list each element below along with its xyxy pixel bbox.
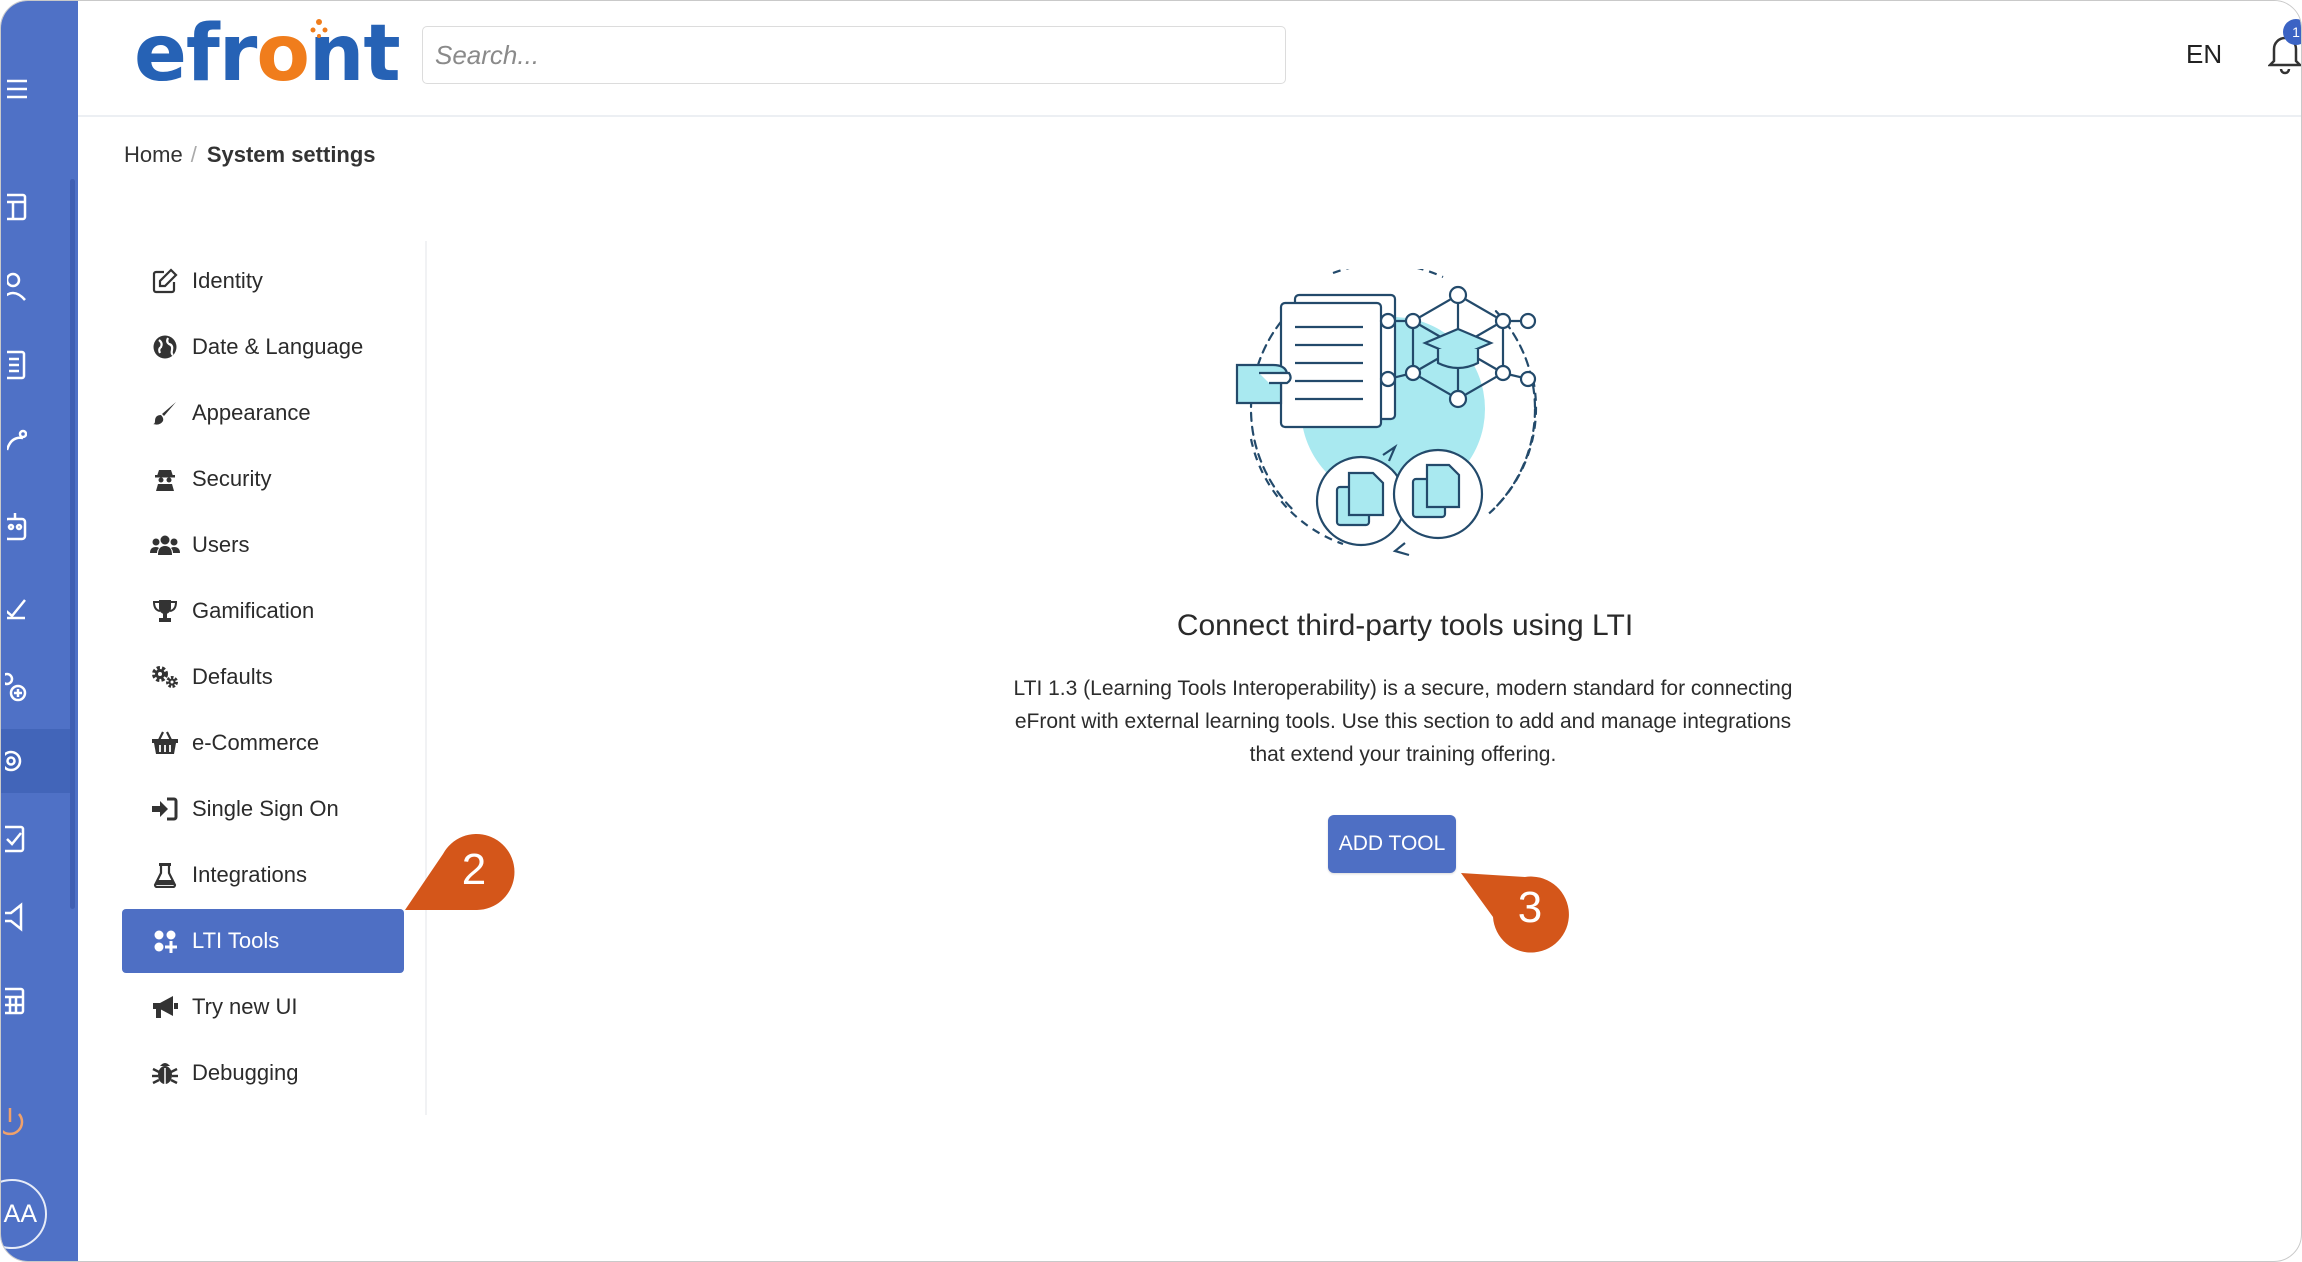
lti-description: LTI 1.3 (Learning Tools Interoperability… xyxy=(1013,677,1793,766)
reports-icon[interactable] xyxy=(1,591,27,623)
user-icon[interactable] xyxy=(1,271,27,303)
lti-title: Connect third-party tools using LTI xyxy=(1176,609,1634,642)
rail-scrollbar[interactable] xyxy=(70,179,75,909)
settings-nav-label: Integrations xyxy=(192,862,307,887)
settings-nav-date-language[interactable]: Date & Language xyxy=(122,315,404,379)
announcements-icon[interactable] xyxy=(1,901,27,933)
megaphone-icon xyxy=(150,992,180,1022)
settings-nav-debugging[interactable]: Debugging xyxy=(122,1041,404,1105)
hamburger-menu-icon[interactable] xyxy=(1,73,27,105)
settings-nav-label: Defaults xyxy=(192,664,273,689)
settings-nav-label: LTI Tools xyxy=(192,928,280,953)
callout-2-number: 2 xyxy=(461,845,487,894)
settings-nav-label: Date & Language xyxy=(192,334,364,359)
user-avatar[interactable]: AA xyxy=(1,1179,47,1249)
globe-icon xyxy=(150,332,180,362)
logo-sparkle-icon xyxy=(310,19,328,38)
add-tool-button[interactable]: ADD TOOL xyxy=(1328,815,1456,873)
settings-gear-icon[interactable] xyxy=(1,745,27,777)
efront-logo[interactable]: efront xyxy=(134,9,401,99)
sign-in-icon xyxy=(150,794,180,824)
breadcrumb: Home / System settings xyxy=(124,142,376,168)
left-rail: AA xyxy=(1,1,78,1261)
breadcrumb-current: System settings xyxy=(206,142,376,167)
paths-icon[interactable] xyxy=(1,425,27,457)
search-input[interactable]: Search... xyxy=(422,26,1286,84)
cogs-icon xyxy=(150,662,180,692)
lti-illustration xyxy=(1235,269,1538,559)
callout-3-number: 3 xyxy=(1517,883,1543,932)
settings-nav-integrations[interactable]: Integrations xyxy=(122,843,404,907)
calendar-icon[interactable] xyxy=(1,985,27,1017)
settings-nav-ecommerce[interactable]: e-Commerce xyxy=(122,711,404,775)
settings-nav-label: Debugging xyxy=(192,1060,299,1085)
settings-nav-identity[interactable]: Identity xyxy=(122,249,404,313)
flask-icon xyxy=(150,860,180,890)
breadcrumb-home-link[interactable]: Home xyxy=(124,142,183,167)
top-header: efront Search... EN 1 xyxy=(78,1,2301,117)
settings-nav-label: Try new UI xyxy=(192,994,298,1019)
settings-nav-divider xyxy=(425,241,427,1115)
courses-icon[interactable] xyxy=(1,349,27,381)
robot-icon[interactable] xyxy=(1,511,27,543)
settings-nav-label: Users xyxy=(192,532,250,557)
settings-nav-label: Security xyxy=(192,466,272,491)
settings-nav-lti-tools[interactable]: LTI Tools xyxy=(122,909,404,973)
bug-icon xyxy=(150,1058,180,1088)
user-add-icon[interactable] xyxy=(1,671,27,703)
language-selector[interactable]: EN xyxy=(2186,39,2222,70)
dashboard-icon[interactable] xyxy=(1,191,27,223)
edit-icon xyxy=(150,266,180,296)
notification-badge: 1 xyxy=(2283,19,2301,45)
settings-nav-users[interactable]: Users xyxy=(122,513,404,577)
settings-nav: Identity Date & Language Appearance Secu… xyxy=(122,249,404,1107)
settings-nav-label: Identity xyxy=(192,268,263,293)
puzzle-icon xyxy=(150,926,180,956)
user-secret-icon xyxy=(150,464,180,494)
settings-nav-label: Single Sign On xyxy=(192,796,339,821)
settings-nav-gamification[interactable]: Gamification xyxy=(122,579,404,643)
paintbrush-icon xyxy=(150,398,180,428)
avatar-initials: AA xyxy=(3,1199,37,1228)
settings-nav-sso[interactable]: Single Sign On xyxy=(122,777,404,841)
settings-nav-label: Gamification xyxy=(192,598,315,623)
assignments-icon[interactable] xyxy=(1,823,27,855)
trophy-icon xyxy=(150,596,180,626)
settings-nav-security[interactable]: Security xyxy=(122,447,404,511)
logout-power-icon[interactable] xyxy=(1,1107,27,1139)
app-window: AA efront Search... EN 1 Home / System set… xyxy=(0,0,2302,1262)
users-icon xyxy=(150,530,180,560)
settings-nav-label: e-Commerce xyxy=(192,730,320,755)
basket-icon xyxy=(150,728,180,758)
settings-nav-label: Appearance xyxy=(192,400,311,425)
settings-nav-defaults[interactable]: Defaults xyxy=(122,645,404,709)
breadcrumb-separator: / xyxy=(190,142,197,167)
settings-nav-try-new-ui[interactable]: Try new UI xyxy=(122,975,404,1039)
settings-nav-appearance[interactable]: Appearance xyxy=(122,381,404,445)
